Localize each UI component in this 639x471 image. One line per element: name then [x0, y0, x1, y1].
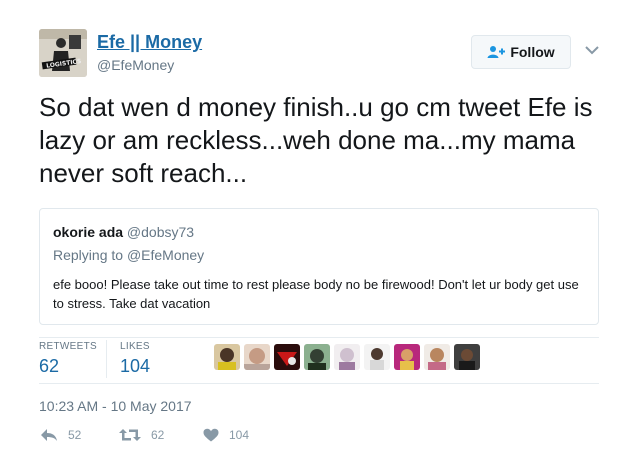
quoted-tweet[interactable]: okorie ada @dobsy73 Replying to @EfeMone…: [39, 208, 599, 325]
quoted-author-name: okorie ada: [53, 224, 124, 240]
retweets-count[interactable]: 62: [39, 356, 59, 377]
author-name[interactable]: Efe || Money: [97, 32, 202, 53]
chevron-down-icon[interactable]: [584, 44, 600, 56]
liker-avatar[interactable]: [424, 344, 450, 370]
quoted-replying-to: Replying to @EfeMoney: [53, 247, 204, 263]
author-avatar[interactable]: LOGISTICS: [39, 29, 87, 77]
tweet-text: So dat wen d money finish..u go cm tweet…: [39, 92, 593, 188]
liker-avatar[interactable]: [454, 344, 480, 370]
author-handle[interactable]: @EfeMoney: [97, 57, 174, 73]
liker-avatar[interactable]: [364, 344, 390, 370]
retweet-icon: [119, 429, 141, 441]
like-button[interactable]: 104: [203, 428, 249, 442]
reply-count: 52: [68, 428, 82, 442]
liker-avatar[interactable]: [334, 344, 360, 370]
liker-avatar[interactable]: [304, 344, 330, 370]
heart-icon: [203, 428, 219, 442]
reply-button[interactable]: 52: [40, 428, 81, 442]
retweet-count: 62: [151, 428, 165, 442]
liker-avatar[interactable]: [214, 344, 240, 370]
likes-label: LIKES: [120, 341, 150, 352]
reply-icon: [41, 429, 57, 441]
follow-button[interactable]: Follow: [471, 35, 571, 69]
replying-label: Replying to: [53, 247, 124, 263]
retweet-button[interactable]: 62: [119, 428, 164, 442]
quoted-author: okorie ada @dobsy73: [53, 224, 194, 240]
likes-count[interactable]: 104: [120, 356, 150, 377]
add-user-icon: [487, 46, 506, 58]
stats-top-divider: [39, 337, 599, 338]
stats-separator: [106, 340, 107, 378]
replying-to-handle[interactable]: @EfeMoney: [127, 247, 204, 263]
liker-avatar[interactable]: [394, 344, 420, 370]
avatar-image: LOGISTICS: [39, 29, 87, 77]
quoted-text: efe booo! Please take out time to rest p…: [53, 277, 579, 311]
liker-avatar[interactable]: [244, 344, 270, 370]
quoted-author-handle: @dobsy73: [126, 224, 195, 240]
stats-bottom-divider: [39, 383, 599, 384]
follow-button-label: Follow: [510, 44, 555, 60]
retweets-label: RETWEETS: [39, 341, 97, 352]
like-count: 104: [229, 428, 250, 442]
liker-avatar[interactable]: [274, 344, 300, 370]
tweet-timestamp[interactable]: 10:23 AM - 10 May 2017: [39, 398, 192, 414]
